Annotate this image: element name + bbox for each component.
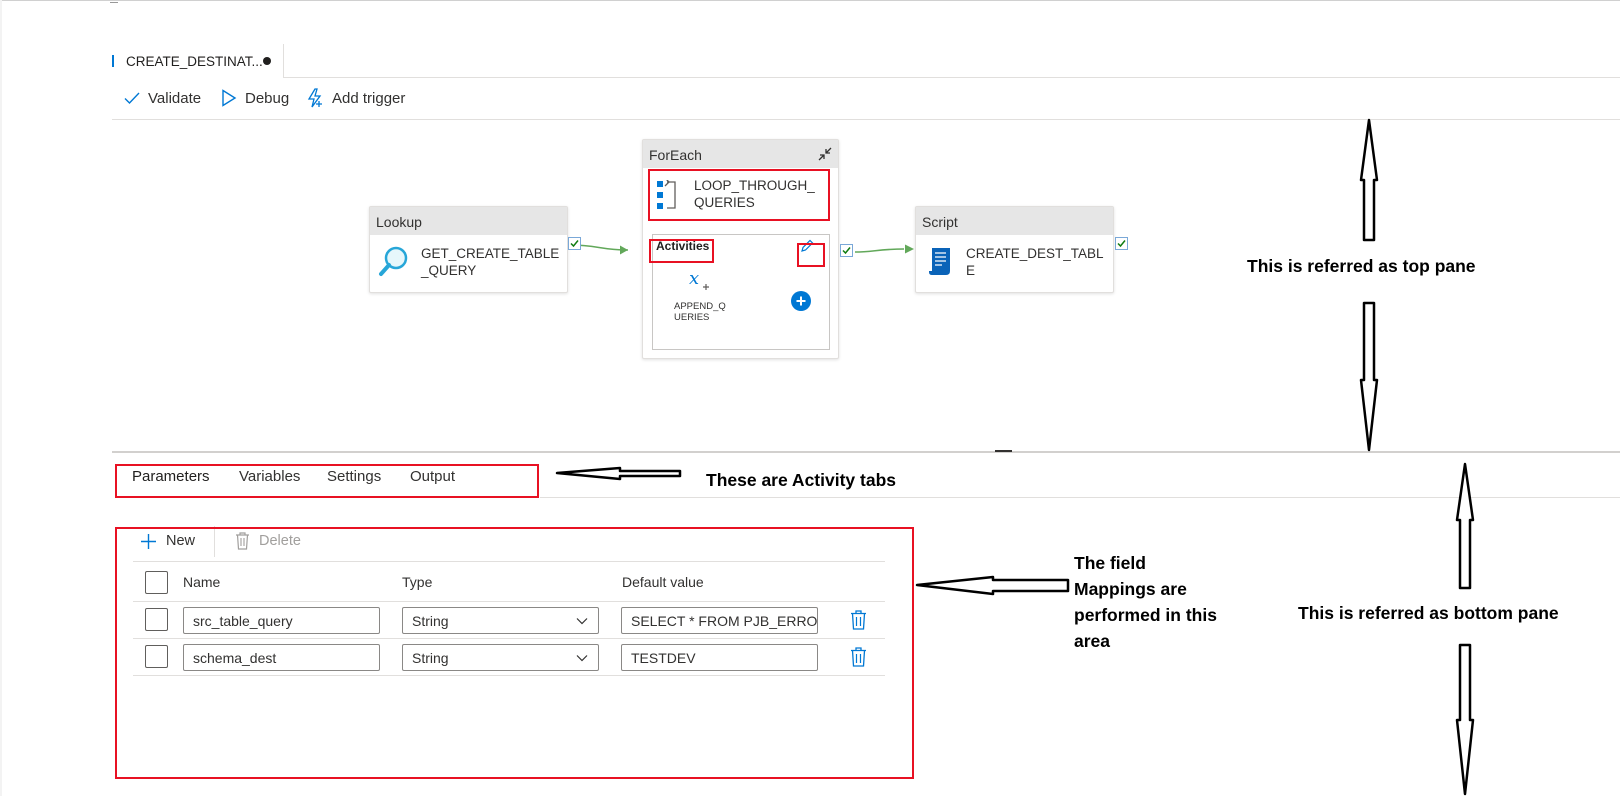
activity-tabs-annotation: These are Activity tabs bbox=[706, 470, 896, 490]
top-pane-down-arrow-icon bbox=[1359, 301, 1379, 452]
field-mappings-annotation: The field Mappings are performed in this… bbox=[1074, 553, 1217, 651]
bottom-pane-down-arrow-icon bbox=[1455, 643, 1475, 796]
field-mappings-arrow-icon bbox=[915, 575, 1070, 596]
annotation-arrows bbox=[555, 118, 1475, 796]
bottom-pane-up-arrow-icon bbox=[1455, 462, 1475, 590]
top-pane-annotation: This is referred as top pane bbox=[1247, 256, 1476, 276]
top-pane-up-arrow-icon bbox=[1359, 118, 1379, 242]
bottom-pane-annotation: This is referred as bottom pane bbox=[1298, 603, 1559, 623]
activity-tabs-arrow-icon bbox=[555, 466, 682, 481]
